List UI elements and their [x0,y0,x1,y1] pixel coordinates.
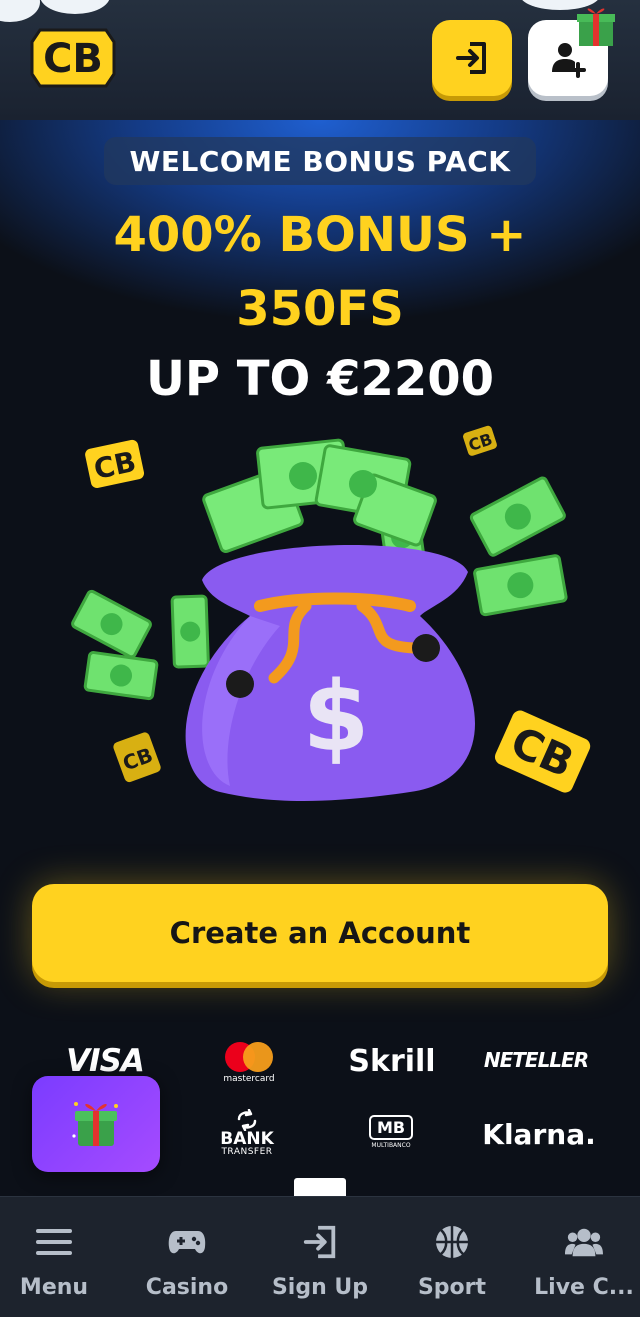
bonus-headline-line3: UP TO €2200 [145,351,495,407]
welcome-bonus-pill: WELCOME BONUS PACK [104,137,536,185]
cash-bundle-icon [202,438,437,553]
multibanco-label: MULTIBANCO [371,1142,411,1149]
mastercard-logo: mastercard [214,1034,284,1092]
snow-decoration [40,0,110,14]
login-button[interactable] [432,20,512,96]
bottom-navigation: Menu Casino Sign Up Sport Live C... [0,1196,640,1317]
cash-bill-icon [473,554,568,617]
cash-bill-icon [83,651,159,701]
brand-logo[interactable]: CB [30,24,116,92]
nav-item-casino[interactable]: Casino [123,1197,251,1317]
partial-payment-logo [294,1178,346,1198]
skrill-logo: Skrill [348,1043,436,1079]
bonus-headline-line1: 400% BONUS + [113,207,527,263]
basketball-icon [433,1223,471,1261]
gift-icon [72,1102,118,1146]
cash-bill-icon [469,476,566,557]
nav-label-live-casino: Live C... [534,1275,634,1300]
nav-item-sign-up[interactable]: Sign Up [256,1197,384,1317]
nav-label-casino: Casino [145,1275,229,1300]
transfer-arrows-icon [237,1109,257,1131]
logo-text: CB [43,36,103,82]
nav-item-live-casino[interactable]: Live C... [520,1197,640,1317]
cash-bill-icon [71,589,152,659]
money-bag-illustration: CB CB CB CB $ [71,425,591,801]
hamburger-icon [35,1223,73,1261]
snow-decoration [0,0,40,22]
sign-in-icon [456,42,486,74]
bank-transfer-line2: TRANSFER [221,1147,273,1157]
gamepad-icon [168,1223,206,1261]
nav-item-sport[interactable]: Sport [388,1197,516,1317]
promo-gift-widget[interactable] [32,1076,160,1172]
neteller-logo: NETELLER [483,1048,589,1072]
users-icon [565,1223,603,1261]
dollar-sign-icon: $ [303,661,370,773]
cb-token-icon: CB [85,439,145,489]
nav-label-sport: Sport [417,1275,487,1300]
cb-token-icon: CB [113,732,161,783]
multibanco-logo: MB MULTIBANCO [364,1106,418,1158]
cb-token-icon: CB [463,425,497,456]
gift-icon [577,8,615,46]
create-account-button[interactable]: Create an Account [32,884,608,982]
bank-transfer-line1: BANK [220,1129,274,1149]
multibanco-mark: MB [368,1115,414,1140]
bonus-headline-line2: 350FS [236,281,404,337]
sign-in-icon [301,1223,339,1261]
nav-item-menu[interactable]: Menu [0,1197,118,1317]
nav-label-sign-up: Sign Up [271,1275,369,1300]
klarna-logo: Klarna. [482,1117,596,1151]
mastercard-label: mastercard [223,1074,275,1084]
nav-label-menu: Menu [19,1275,89,1300]
cb-token-icon: CB [494,710,591,793]
cash-bill-icon [170,594,210,669]
bank-transfer-logo: BANK TRANSFER [210,1104,284,1162]
mastercard-circles-icon [225,1042,273,1072]
